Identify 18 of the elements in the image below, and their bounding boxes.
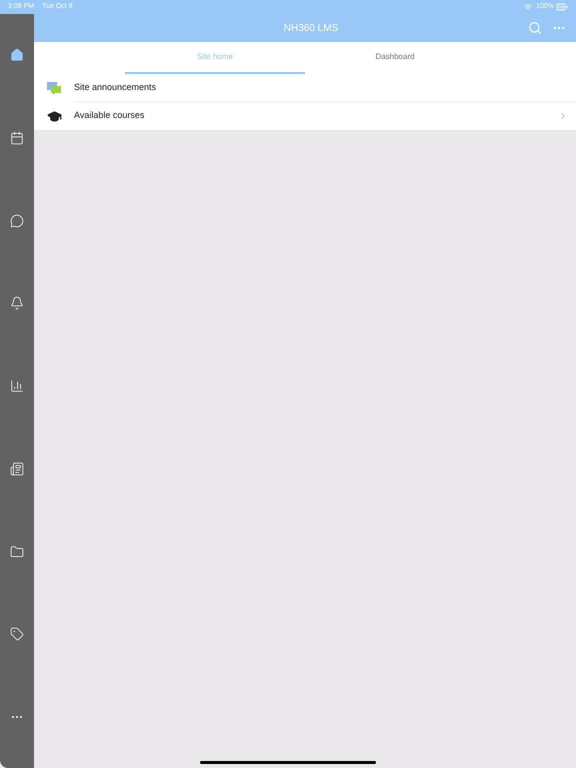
chat-icon[interactable] — [10, 214, 24, 228]
graduation-cap-icon — [46, 108, 62, 124]
app-title: NH360 LMS — [282, 22, 340, 36]
calendar-icon[interactable] — [10, 130, 24, 145]
item-label: Site announcements — [74, 81, 156, 94]
battery-icon — [556, 1, 568, 13]
tab[interactable]: Dashboard — [305, 42, 485, 74]
chat-bubbles-icon — [47, 82, 61, 94]
bell-icon[interactable] — [10, 296, 24, 310]
tag-icon[interactable] — [10, 627, 24, 642]
bar-chart-icon[interactable] — [10, 379, 24, 393]
list-item[interactable]: Available courses — [34, 102, 576, 130]
item-label: Available courses — [74, 109, 144, 122]
folder-icon[interactable] — [10, 544, 24, 558]
home-icon[interactable] — [10, 48, 24, 62]
newspaper-icon[interactable] — [10, 462, 24, 476]
list-item[interactable]: Site announcements — [34, 74, 576, 102]
wifi-icon — [524, 3, 532, 11]
